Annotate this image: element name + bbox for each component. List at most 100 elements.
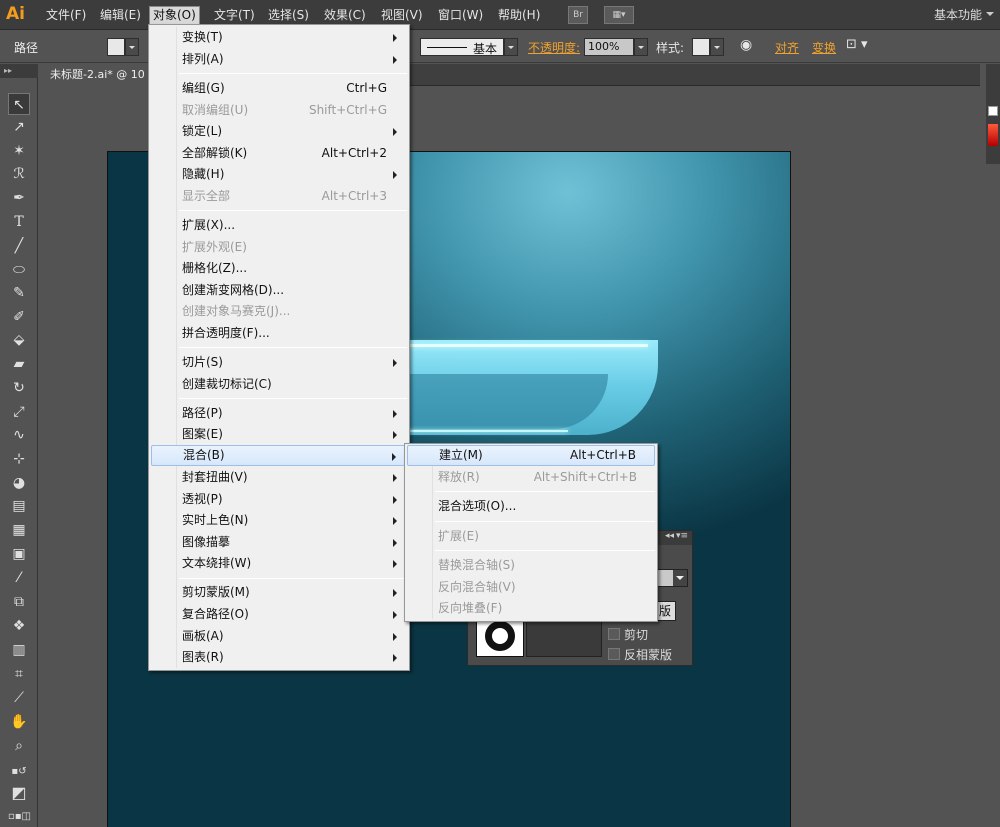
opacity-dropdown-arrow[interactable]: [634, 38, 648, 56]
menu-item-blend[interactable]: 混合(B): [151, 445, 407, 466]
blend-tool-icon[interactable]: ⧉: [8, 591, 30, 613]
opacity-input[interactable]: 100%: [584, 38, 634, 56]
menu-item-ungroup[interactable]: 取消编组(U) Shift+Ctrl+G: [151, 100, 407, 121]
menu-item-blend-make[interactable]: 建立(M) Alt+Ctrl+B: [407, 445, 655, 466]
direct-selection-tool-icon[interactable]: ↗: [8, 116, 30, 138]
menu-item-show-all[interactable]: 显示全部 Alt+Ctrl+3: [151, 186, 407, 207]
menu-item-path[interactable]: 路径(P): [151, 403, 407, 424]
workspace-switcher[interactable]: 基本功能: [934, 6, 995, 23]
shape-builder-tool-icon[interactable]: ◕: [8, 472, 30, 494]
fill-stroke-swatch-icon[interactable]: ◩: [8, 782, 30, 804]
chevron-down-icon[interactable]: [673, 570, 687, 586]
menu-item-lock[interactable]: 锁定(L): [151, 121, 407, 142]
selection-tool-icon[interactable]: ↖: [8, 93, 30, 115]
type-tool-icon[interactable]: T: [8, 211, 30, 233]
menu-file[interactable]: 文件(F): [43, 6, 89, 25]
menu-type[interactable]: 文字(T): [211, 6, 258, 25]
menu-help[interactable]: 帮助(H): [495, 6, 543, 25]
menu-item-unlock-all[interactable]: 全部解锁(K) Alt+Ctrl+2: [151, 143, 407, 164]
align-link[interactable]: 对齐: [775, 39, 799, 56]
menu-item-artboards[interactable]: 画板(A): [151, 626, 407, 647]
magic-wand-tool-icon[interactable]: ✶: [8, 140, 30, 162]
rotate-tool-icon[interactable]: ↻: [8, 377, 30, 399]
panel-collapse-icon[interactable]: ◂◂: [665, 531, 674, 541]
menu-item-create-gradient-mesh[interactable]: 创建渐变网格(D)...: [151, 280, 407, 301]
scale-tool-icon[interactable]: ⤢: [8, 401, 30, 423]
clip-checkbox[interactable]: [608, 628, 620, 640]
menu-item-text-wrap[interactable]: 文本绕排(W): [151, 553, 407, 574]
menu-item-pattern[interactable]: 图案(E): [151, 424, 407, 445]
menu-item-perspective[interactable]: 透视(P): [151, 489, 407, 510]
graphic-style-swatch[interactable]: [692, 38, 710, 56]
menu-item-image-trace[interactable]: 图像描摹: [151, 532, 407, 553]
menu-item-blend-expand[interactable]: 扩展(E): [407, 526, 655, 547]
menu-item-transform[interactable]: 变换(T): [151, 27, 407, 48]
menu-object[interactable]: 对象(O): [149, 6, 200, 25]
blob-brush-tool-icon[interactable]: ⬙: [8, 329, 30, 351]
menu-item-create-trim-marks[interactable]: 创建裁切标记(C): [151, 374, 407, 395]
glass-bottom-highlight-line[interactable]: [408, 430, 568, 432]
menu-item-expand[interactable]: 扩展(X)...: [151, 215, 407, 236]
opacity-label[interactable]: 不透明度:: [528, 39, 580, 56]
free-transform-tool-icon[interactable]: ⊹: [8, 448, 30, 470]
document-tab[interactable]: 未标题-2.ai* @ 10: [42, 64, 152, 86]
menu-item-live-paint[interactable]: 实时上色(N): [151, 510, 407, 531]
zoom-tool-icon[interactable]: ⌕: [8, 735, 30, 757]
menu-item-blend-options[interactable]: 混合选项(O)...: [407, 496, 655, 517]
hand-tool-icon[interactable]: ✋: [8, 711, 30, 733]
menu-effect[interactable]: 效果(C): [321, 6, 369, 25]
slice-tool-icon[interactable]: ⟋: [8, 687, 30, 709]
menu-edit[interactable]: 编辑(E): [97, 6, 144, 25]
pen-tool-icon[interactable]: ✒: [8, 187, 30, 209]
isolate-options-icon[interactable]: ⊡ ▾: [846, 37, 868, 52]
stroke-profile-dropdown-arrow[interactable]: [504, 38, 518, 56]
invert-mask-checkbox[interactable]: [608, 648, 620, 660]
bridge-button[interactable]: Br: [568, 6, 588, 24]
tools-panel-collapse-icon[interactable]: ▸▸: [0, 64, 38, 78]
fill-swatch[interactable]: [107, 38, 125, 56]
perspective-grid-tool-icon[interactable]: ▤: [8, 495, 30, 517]
mesh-tool-icon[interactable]: ▦: [8, 519, 30, 541]
fill-dropdown-arrow[interactable]: [125, 38, 139, 56]
panel-menu-icon[interactable]: ▾≡: [676, 531, 688, 541]
pencil-tool-icon[interactable]: ✐: [8, 306, 30, 328]
menu-item-expand-appearance[interactable]: 扩展外观(E): [151, 237, 407, 258]
menu-item-reverse-front-to-back[interactable]: 反向堆叠(F): [407, 598, 655, 619]
warp-tool-icon[interactable]: ∿: [8, 424, 30, 446]
glass-highlight-line[interactable]: [408, 344, 648, 347]
arrange-documents-icon[interactable]: ▦▾: [604, 6, 634, 24]
gradient-tool-icon[interactable]: ▣: [8, 543, 30, 565]
lasso-tool-icon[interactable]: ℛ: [8, 163, 30, 185]
menu-item-arrange[interactable]: 排列(A): [151, 49, 407, 70]
recolor-artwork-icon[interactable]: ◉: [740, 37, 752, 53]
menu-select[interactable]: 选择(S): [265, 6, 312, 25]
line-tool-icon[interactable]: ╱: [8, 235, 30, 257]
glass-inner-shape[interactable]: [408, 374, 608, 429]
eyedropper-tool-icon[interactable]: ⁄: [8, 567, 30, 589]
menu-item-group[interactable]: 编组(G) Ctrl+G: [151, 78, 407, 99]
menu-view[interactable]: 视图(V): [378, 6, 426, 25]
menu-item-reverse-spine[interactable]: 反向混合轴(V): [407, 577, 655, 598]
graphic-style-dropdown-arrow[interactable]: [710, 38, 724, 56]
menu-item-compound-path[interactable]: 复合路径(O): [151, 604, 407, 625]
menu-window[interactable]: 窗口(W): [435, 6, 486, 25]
menu-item-clipping-mask[interactable]: 剪切蒙版(M): [151, 582, 407, 603]
artboard-tool-icon[interactable]: ⌗: [8, 663, 30, 685]
menu-item-rasterize[interactable]: 栅格化(Z)...: [151, 258, 407, 279]
blend-mode-dropdown[interactable]: [654, 569, 688, 587]
default-fill-stroke-icon[interactable]: ▪↺: [8, 761, 30, 783]
column-graph-tool-icon[interactable]: ▥: [8, 639, 30, 661]
menu-item-slice[interactable]: 切片(S): [151, 352, 407, 373]
stroke-profile-field[interactable]: 基本: [420, 38, 504, 56]
paintbrush-tool-icon[interactable]: ✎: [8, 282, 30, 304]
menu-item-blend-release[interactable]: 释放(R) Alt+Shift+Ctrl+B: [407, 467, 655, 488]
menu-item-envelope-distort[interactable]: 封套扭曲(V): [151, 467, 407, 488]
symbol-sprayer-tool-icon[interactable]: ❖: [8, 615, 30, 637]
menu-item-graph[interactable]: 图表(R): [151, 647, 407, 668]
menu-item-replace-spine[interactable]: 替换混合轴(S): [407, 555, 655, 576]
fill-none-swatch-icon[interactable]: [988, 106, 998, 116]
transform-link[interactable]: 变换: [812, 39, 836, 56]
eraser-tool-icon[interactable]: ▰: [8, 353, 30, 375]
menu-item-flatten-transparency[interactable]: 拼合透明度(F)...: [151, 323, 407, 344]
color-swatch-icon[interactable]: [988, 124, 998, 146]
